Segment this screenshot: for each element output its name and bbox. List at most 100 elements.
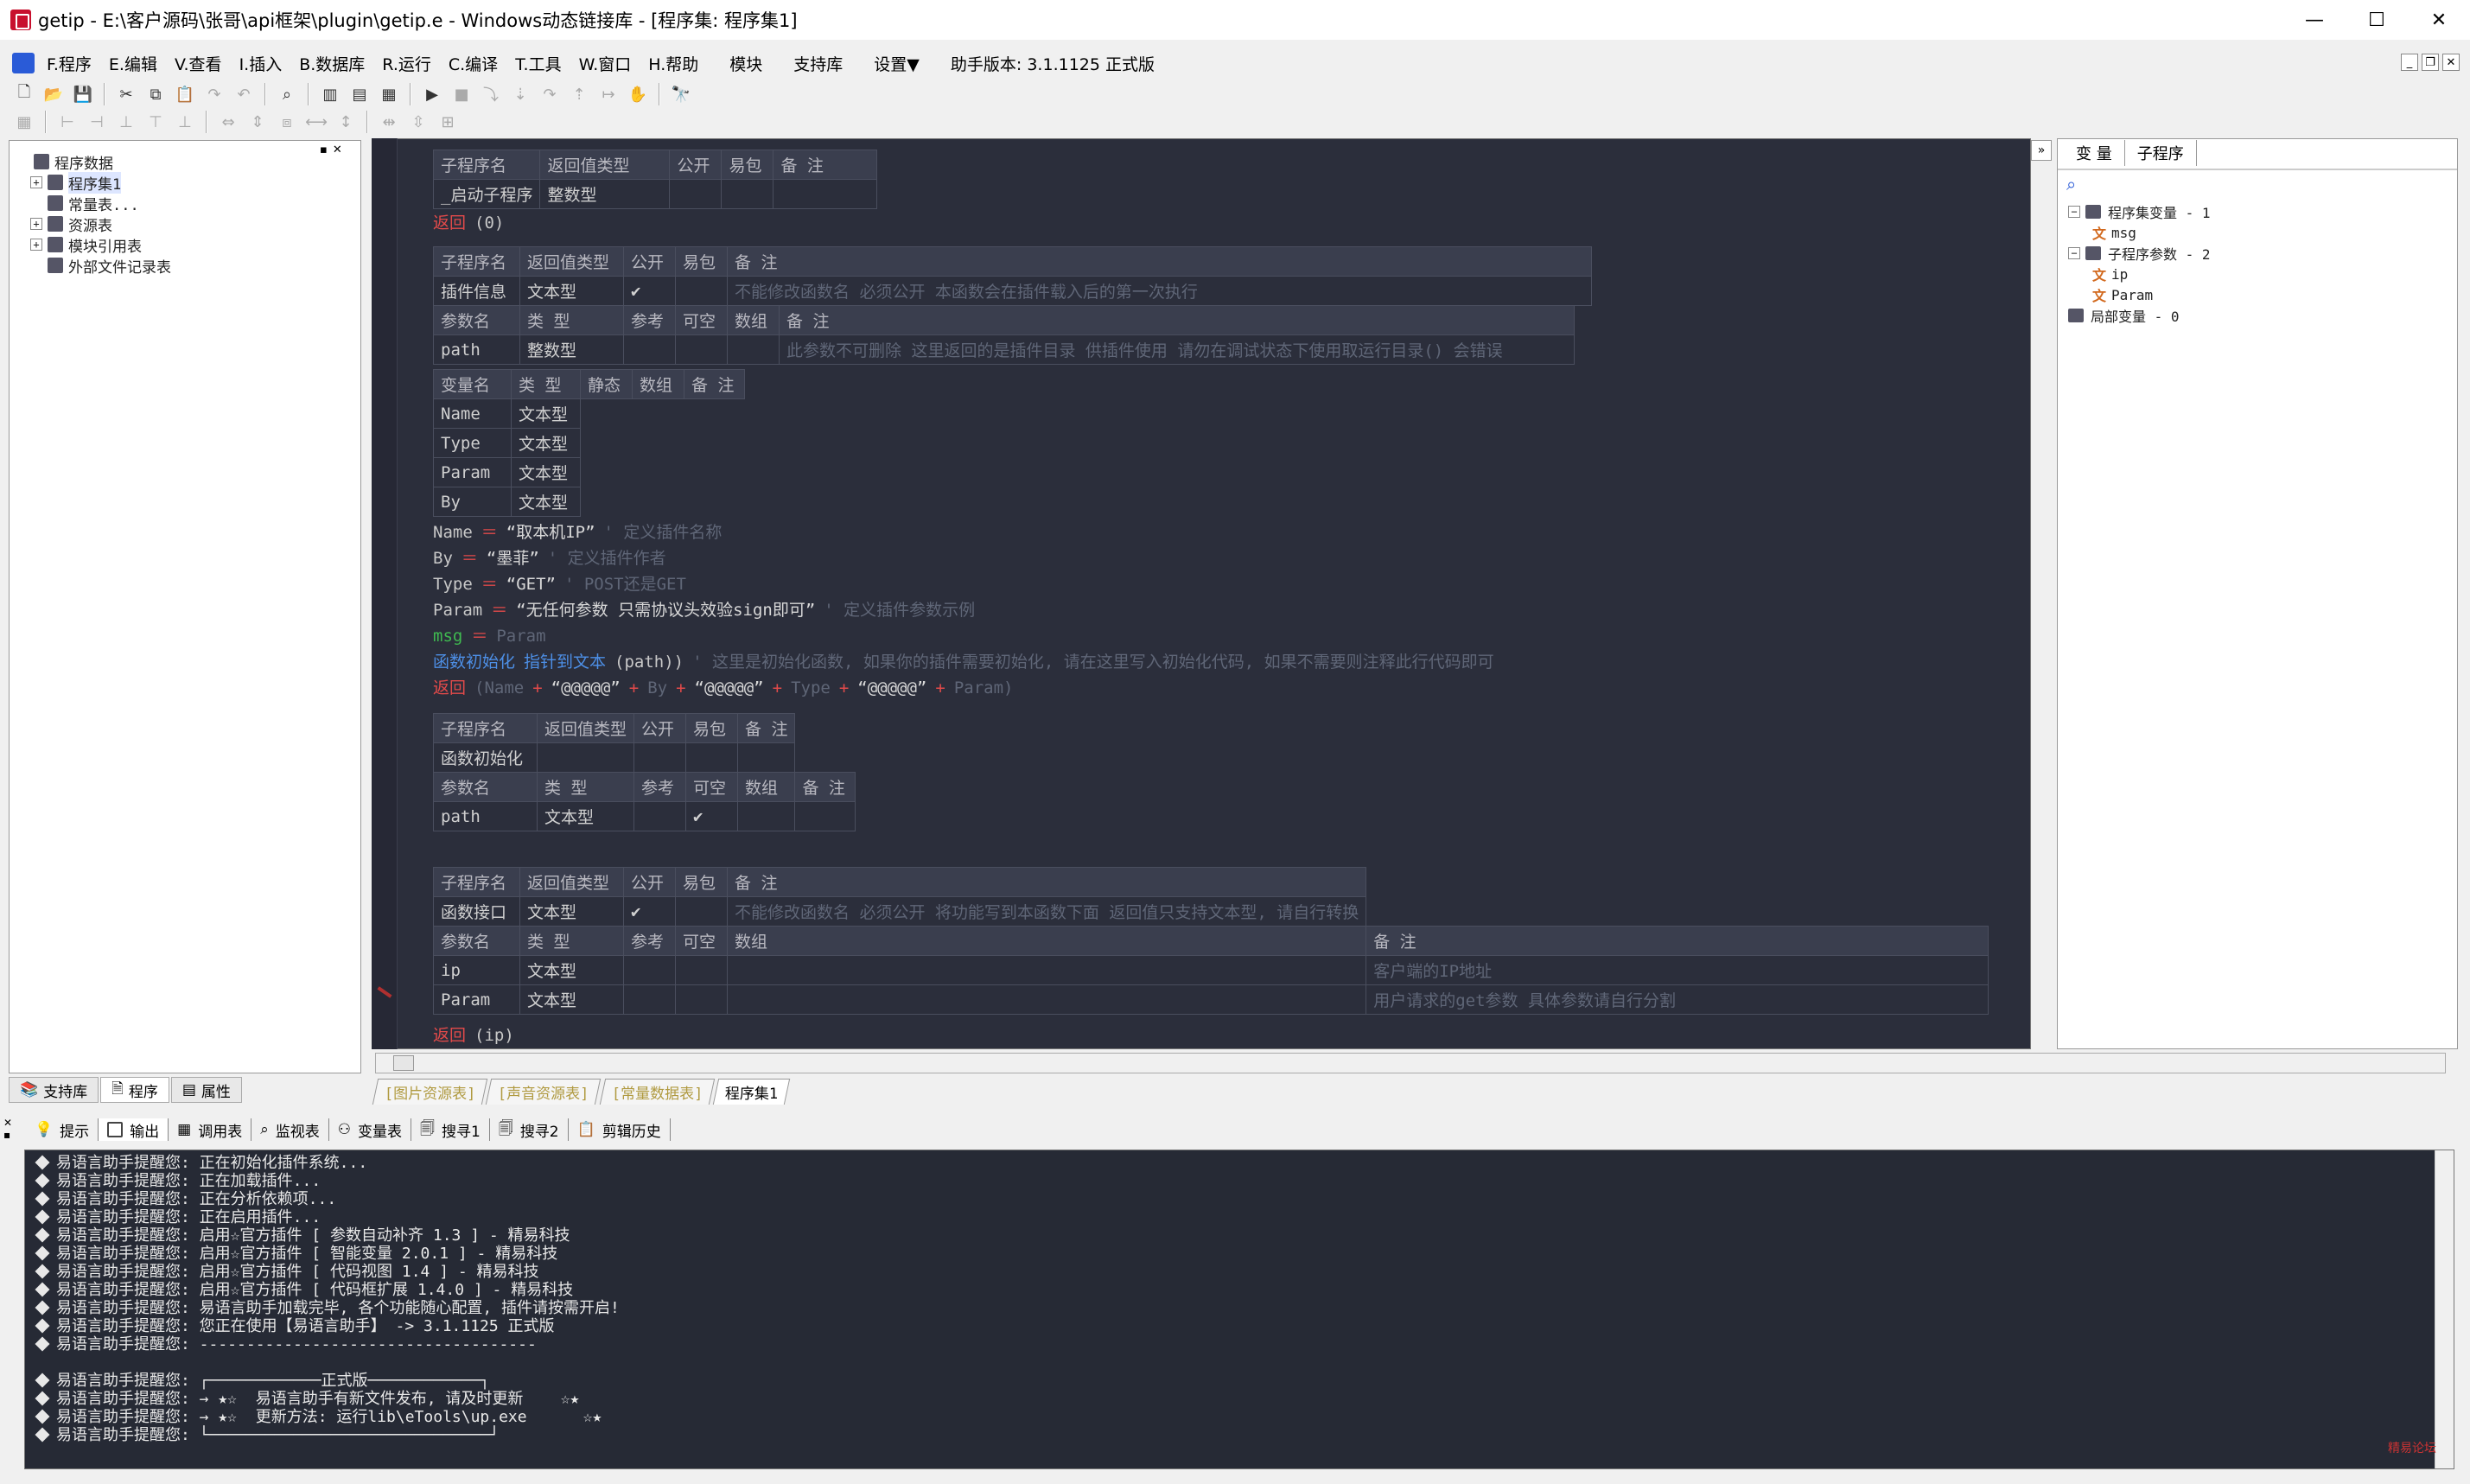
- api-sub-cell[interactable]: [726, 984, 1367, 1015]
- api-sub-cell[interactable]: 备 注: [1366, 926, 1989, 956]
- open-folder-icon[interactable]: 📂: [41, 82, 66, 106]
- menu-tools[interactable]: T.工具: [506, 52, 570, 75]
- tree-item[interactable]: 外部文件记录表: [30, 255, 171, 277]
- assignment-line[interactable]: Type ＝ “GET” ' POST还是GET: [433, 571, 695, 597]
- layout-left-icon[interactable]: ▥: [318, 82, 342, 106]
- output-console[interactable]: 易语言助手提醒您: 正在初始化插件系统... 易语言助手提醒您: 正在加载插件..…: [24, 1150, 2454, 1469]
- expander-icon[interactable]: +: [30, 239, 42, 251]
- var-tree-item[interactable]: 文 Param: [2092, 284, 2153, 305]
- api-sub-cell[interactable]: 数组: [726, 926, 1367, 956]
- center-v-icon[interactable]: ⇳: [406, 110, 430, 134]
- plugin-info-sub-cell[interactable]: ✔: [623, 276, 676, 306]
- plugin-info-param-cell[interactable]: [675, 334, 728, 365]
- plugin-info-sub-cell[interactable]: 子程序名: [433, 246, 520, 277]
- tab-variables-table[interactable]: ⚇ 变量表: [329, 1118, 412, 1141]
- tab-watch[interactable]: ⌕ 监视表: [251, 1118, 329, 1141]
- center-both-icon[interactable]: ⊞: [436, 110, 460, 134]
- init-sub-cell[interactable]: 备 注: [794, 772, 856, 802]
- api-sub-cell[interactable]: ✔: [623, 896, 676, 927]
- tab-output[interactable]: 输出: [99, 1118, 169, 1141]
- plugin-info-param-cell[interactable]: 参数名: [433, 305, 520, 335]
- menu-database[interactable]: B.数据库: [290, 52, 373, 75]
- local-vars-cell[interactable]: Name: [433, 398, 512, 429]
- init-sub-cell[interactable]: 类 型: [536, 772, 635, 802]
- layout-bottom-icon[interactable]: ▤: [347, 82, 372, 106]
- api-sub-cell[interactable]: [675, 955, 728, 985]
- local-vars-cell[interactable]: Type: [433, 428, 512, 458]
- startup-sub-cell[interactable]: [721, 179, 774, 209]
- init-sub-cell[interactable]: 参考: [633, 772, 687, 802]
- expander-icon[interactable]: −: [2068, 206, 2080, 218]
- local-vars-cell[interactable]: By: [433, 487, 512, 517]
- init-sub-cell[interactable]: 函数初始化: [433, 742, 538, 773]
- return-ip-line[interactable]: 返回 (ip): [433, 1022, 523, 1048]
- align-right-icon[interactable]: ⊥: [114, 110, 138, 134]
- init-sub-cell[interactable]: ✔: [685, 801, 739, 831]
- startup-sub-cell[interactable]: 子程序名: [432, 150, 541, 180]
- init-sub-cell[interactable]: 备 注: [737, 713, 796, 743]
- find-icon[interactable]: ⌕: [275, 82, 299, 106]
- api-sub-cell[interactable]: [623, 955, 676, 985]
- menu-run[interactable]: R.运行: [373, 52, 440, 75]
- init-sub-cell[interactable]: [633, 801, 687, 831]
- tab-constant-data[interactable]: [常量数据表]: [599, 1079, 716, 1105]
- startup-sub-cell[interactable]: _启动子程序: [432, 179, 541, 209]
- assignment-line[interactable]: By ＝ “墨菲” ' 定义插件作者: [433, 545, 675, 571]
- align-left-icon[interactable]: ⊢: [55, 110, 80, 134]
- tab-clip-history[interactable]: 📋 剪辑历史: [569, 1118, 671, 1141]
- local-vars-cell[interactable]: 数组: [632, 369, 684, 399]
- assignment-line[interactable]: Name ＝ “取本机IP” ' 定义插件名称: [433, 519, 730, 545]
- msg-assign-line[interactable]: msg ＝ Param: [433, 623, 555, 649]
- local-vars-cell[interactable]: 文本型: [511, 487, 581, 517]
- init-sub-cell[interactable]: 公开: [633, 713, 687, 743]
- step-over-icon[interactable]: ↷: [538, 82, 562, 106]
- plugin-info-param-cell[interactable]: 备 注: [779, 305, 1575, 335]
- plugin-info-param-cell[interactable]: [727, 334, 780, 365]
- menu-insert[interactable]: I.插入: [231, 52, 291, 75]
- same-size-icon[interactable]: ⧈: [275, 110, 299, 134]
- menu-settings[interactable]: 设置▼: [851, 52, 928, 75]
- plugin-info-sub-cell[interactable]: [675, 276, 728, 306]
- center-h-icon[interactable]: ⇹: [377, 110, 401, 134]
- helper-binoculars-icon[interactable]: 🔭: [669, 82, 693, 106]
- init-sub-cell[interactable]: [536, 742, 635, 773]
- return-concat-line[interactable]: 返回 (Name + “@@@@@” + By + “@@@@@” + Type + “@@@@@” +…: [433, 675, 1022, 701]
- tab-search-1[interactable]: 🗐 搜寻1: [411, 1118, 490, 1141]
- tab-image-resources[interactable]: [图片资源表]: [372, 1079, 488, 1105]
- api-sub-cell[interactable]: 备 注: [726, 867, 1367, 897]
- startup-sub-cell[interactable]: 整数型: [539, 179, 671, 209]
- space-h-icon[interactable]: ⟷: [304, 110, 328, 134]
- startup-sub-cell[interactable]: 公开: [669, 150, 723, 180]
- save-icon[interactable]: 💾: [71, 82, 95, 106]
- tab-hint[interactable]: 💡 提示: [26, 1118, 99, 1141]
- api-sub-cell[interactable]: 文本型: [519, 955, 624, 985]
- api-sub-cell[interactable]: 参数名: [433, 926, 520, 956]
- api-sub-cell[interactable]: 子程序名: [433, 867, 520, 897]
- layout-grid-icon[interactable]: ▦: [377, 82, 401, 106]
- api-sub-cell[interactable]: 易包: [675, 867, 728, 897]
- tab-call-stack[interactable]: ▦ 调用表: [169, 1118, 252, 1141]
- api-sub-cell[interactable]: ip: [433, 955, 520, 985]
- var-tree-item[interactable]: 文 ip: [2092, 264, 2128, 284]
- tab-program-set-1[interactable]: 程序集1: [713, 1079, 791, 1105]
- menu-module[interactable]: 模块: [707, 52, 771, 75]
- startup-sub-cell[interactable]: 备 注: [773, 150, 878, 180]
- api-sub-cell[interactable]: 文本型: [519, 896, 624, 927]
- undo-icon[interactable]: ↶: [232, 82, 256, 106]
- init-sub-cell[interactable]: [633, 742, 687, 773]
- tab-search-2[interactable]: 🗐 搜寻2: [490, 1118, 569, 1141]
- expander-icon[interactable]: −: [2068, 247, 2080, 259]
- init-sub-cell[interactable]: 易包: [685, 713, 739, 743]
- init-sub-cell[interactable]: path: [433, 801, 538, 831]
- init-sub-cell[interactable]: [794, 801, 856, 831]
- var-tree-item[interactable]: 文 msg: [2092, 222, 2136, 243]
- api-sub-cell[interactable]: 不能修改函数名 必须公开 将功能写到本函数下面 返回值只支持文本型, 请自行转换: [726, 896, 1367, 927]
- api-sub-cell[interactable]: 可空: [675, 926, 728, 956]
- local-vars-cell[interactable]: 文本型: [511, 398, 581, 429]
- init-sub-cell[interactable]: 参数名: [433, 772, 538, 802]
- align-center-icon[interactable]: ⊣: [85, 110, 109, 134]
- hand-icon[interactable]: ✋: [626, 82, 650, 106]
- var-tree-item[interactable]: 局部变量 - 0: [2068, 305, 2180, 326]
- copy-icon[interactable]: ⧉: [143, 82, 168, 106]
- menu-edit[interactable]: E.编辑: [100, 52, 166, 75]
